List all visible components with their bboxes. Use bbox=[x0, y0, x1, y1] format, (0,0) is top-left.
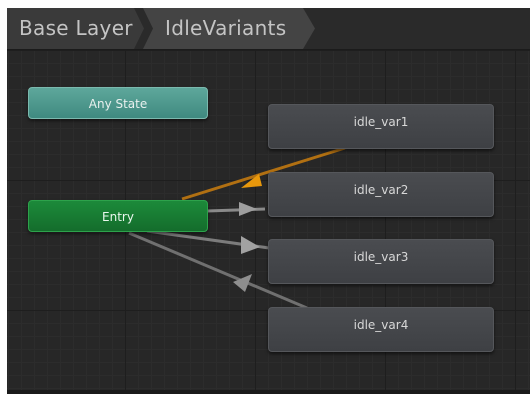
state-node-idle-var3[interactable]: idle_var3 bbox=[268, 239, 494, 284]
window-top-edge bbox=[7, 0, 530, 8]
any-state-node[interactable]: Any State bbox=[28, 87, 208, 119]
breadcrumb-item-idle-variants[interactable]: IdleVariants bbox=[143, 8, 315, 49]
entry-node[interactable]: Entry bbox=[28, 200, 208, 232]
breadcrumb-item-base-layer[interactable]: Base Layer bbox=[7, 8, 144, 49]
state-node-idle-var1[interactable]: idle_var1 bbox=[268, 104, 494, 149]
breadcrumb: Base Layer IdleVariants bbox=[7, 8, 530, 50]
state-node-idle-var4[interactable]: idle_var4 bbox=[268, 307, 494, 352]
transition-entry-to-idle-var2[interactable] bbox=[206, 207, 266, 213]
window-bottom-edge bbox=[7, 390, 530, 394]
transition-arrow-idle-var2 bbox=[239, 202, 257, 216]
state-node-idle-var2[interactable]: idle_var2 bbox=[268, 172, 494, 217]
animator-window: Base Layer IdleVariants Any State Entry … bbox=[7, 0, 530, 394]
